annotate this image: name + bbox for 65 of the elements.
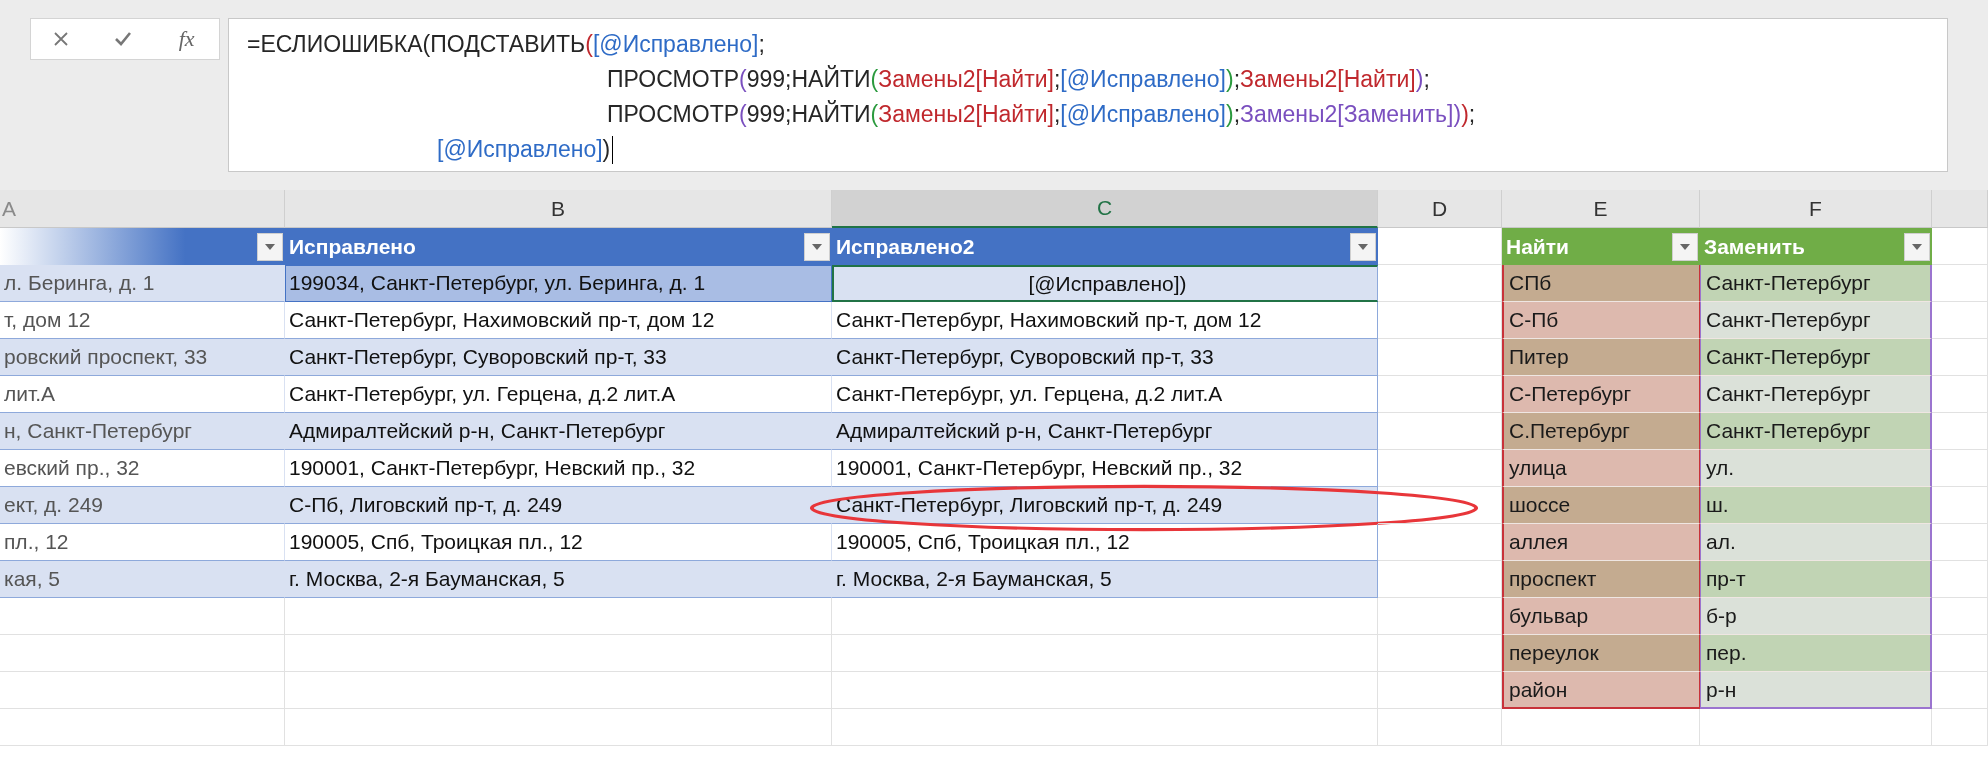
table-cell: ровский проспект, 33	[0, 339, 285, 376]
table-cell: Адмиралтейский р-н, Санкт-Петербург	[832, 413, 1378, 450]
table-cell: 199034, Санкт-Петербург, ул. Беринга, д. 1	[285, 265, 832, 302]
table-cell: переулок	[1502, 635, 1700, 672]
table-cell: Адмиралтейский р-н, Санкт-Петербург	[285, 413, 832, 450]
table-cell: С-Петербург	[1502, 376, 1700, 413]
table-cell: р-н	[1700, 672, 1932, 709]
caret-icon	[812, 243, 822, 250]
insert-function-button[interactable]: fx	[174, 26, 199, 52]
table-cell: б-р	[1700, 598, 1932, 635]
table-cell: ул.	[1700, 450, 1932, 487]
formula-line: ПРОСМОТР(999;НАЙТИ(Замены2[Найти];[@Исправлено]);Замены2[Заменить]));	[607, 99, 1476, 129]
table-cell: район	[1502, 672, 1700, 709]
table-cell: л. Беринга, д. 1	[0, 265, 285, 302]
table-cell: Санкт-Петербург, Суворовский пр-т, 33	[285, 339, 832, 376]
caret-icon	[1358, 243, 1368, 250]
table-cell: [@Исправлено])	[832, 265, 1378, 302]
filter-dropdown[interactable]	[804, 232, 830, 261]
filter-dropdown[interactable]	[1672, 232, 1698, 261]
column-header[interactable]: C	[832, 190, 1378, 228]
table-cell: С.Петербург	[1502, 413, 1700, 450]
column-header[interactable]: F	[1700, 190, 1932, 228]
filter-dropdown[interactable]	[1904, 232, 1930, 261]
text-cursor	[612, 135, 614, 164]
table-cell: пер.	[1700, 635, 1932, 672]
table-cell: Питер	[1502, 339, 1700, 376]
table-cell: улица	[1502, 450, 1700, 487]
table-cell: Санкт-Петербург	[1700, 339, 1932, 376]
table-cell: Санкт-Петербург	[1700, 302, 1932, 339]
formula-line: ПРОСМОТР(999;НАЙТИ(Замены2[Найти];[@Исправлено]);Замены2[Найти]);	[607, 64, 1430, 94]
formula-field[interactable]: =ЕСЛИОШИБКА(ПОДСТАВИТЬ([@Исправлено]; ПРОСМОТР(999;НАЙТИ(Замены2[Найти];[@Исправлено]);Замены2[Найти]); ПРОСМОТР(999;НАЙТИ(Замены2[Найти];[@Исправлено]);Замены2[Заменить])); [@Исправлено])	[228, 18, 1948, 172]
table-cell: аллея	[1502, 524, 1700, 561]
filter-dropdown[interactable]	[1350, 232, 1376, 261]
table-cell: бульвар	[1502, 598, 1700, 635]
table-cell: СПб	[1502, 265, 1700, 302]
column-title: Найти	[1506, 234, 1569, 259]
table-cell: пр-т	[1700, 561, 1932, 598]
table-cell: С-Пб, Лиговский пр-т, д. 249	[285, 487, 832, 524]
table-cell: ш.	[1700, 487, 1932, 524]
caret-icon	[1680, 243, 1690, 250]
table-cell: г. Москва, 2-я Бауманская, 5	[285, 561, 832, 598]
empty-cell	[1932, 709, 1988, 746]
filter-dropdown[interactable]	[257, 232, 283, 261]
table-cell: Санкт-Петербург	[1700, 413, 1932, 450]
table-cell: ал.	[1700, 524, 1932, 561]
column-header[interactable]: B	[285, 190, 832, 228]
caret-icon	[1912, 243, 1922, 250]
column-title: Заменить	[1704, 234, 1805, 259]
table-cell: Санкт-Петербург, Суворовский пр-т, 33	[832, 339, 1378, 376]
table-cell: Санкт-Петербург	[1700, 376, 1932, 413]
formula-line: =ЕСЛИОШИБКА(ПОДСТАВИТЬ([@Исправлено];	[247, 30, 765, 59]
table-cell: С-Пб	[1502, 302, 1700, 339]
table-cell: проспект	[1502, 561, 1700, 598]
table-cell: н, Санкт-Петербург	[0, 413, 285, 450]
table-cell: ект, д. 249	[0, 487, 285, 524]
table-cell: кая, 5	[0, 561, 285, 598]
table-cell: Санкт-Петербург	[1700, 265, 1932, 302]
formula-line: [@Исправлено])	[437, 135, 611, 164]
table-cell: г. Москва, 2-я Бауманская, 5	[832, 561, 1378, 598]
caret-icon	[265, 243, 275, 250]
column-header[interactable]: D	[1378, 190, 1502, 228]
column-title: Исправлено	[289, 234, 416, 259]
column-title: Исправлено2	[836, 234, 975, 259]
column-header[interactable]: E	[1502, 190, 1700, 228]
table-cell: шоссе	[1502, 487, 1700, 524]
